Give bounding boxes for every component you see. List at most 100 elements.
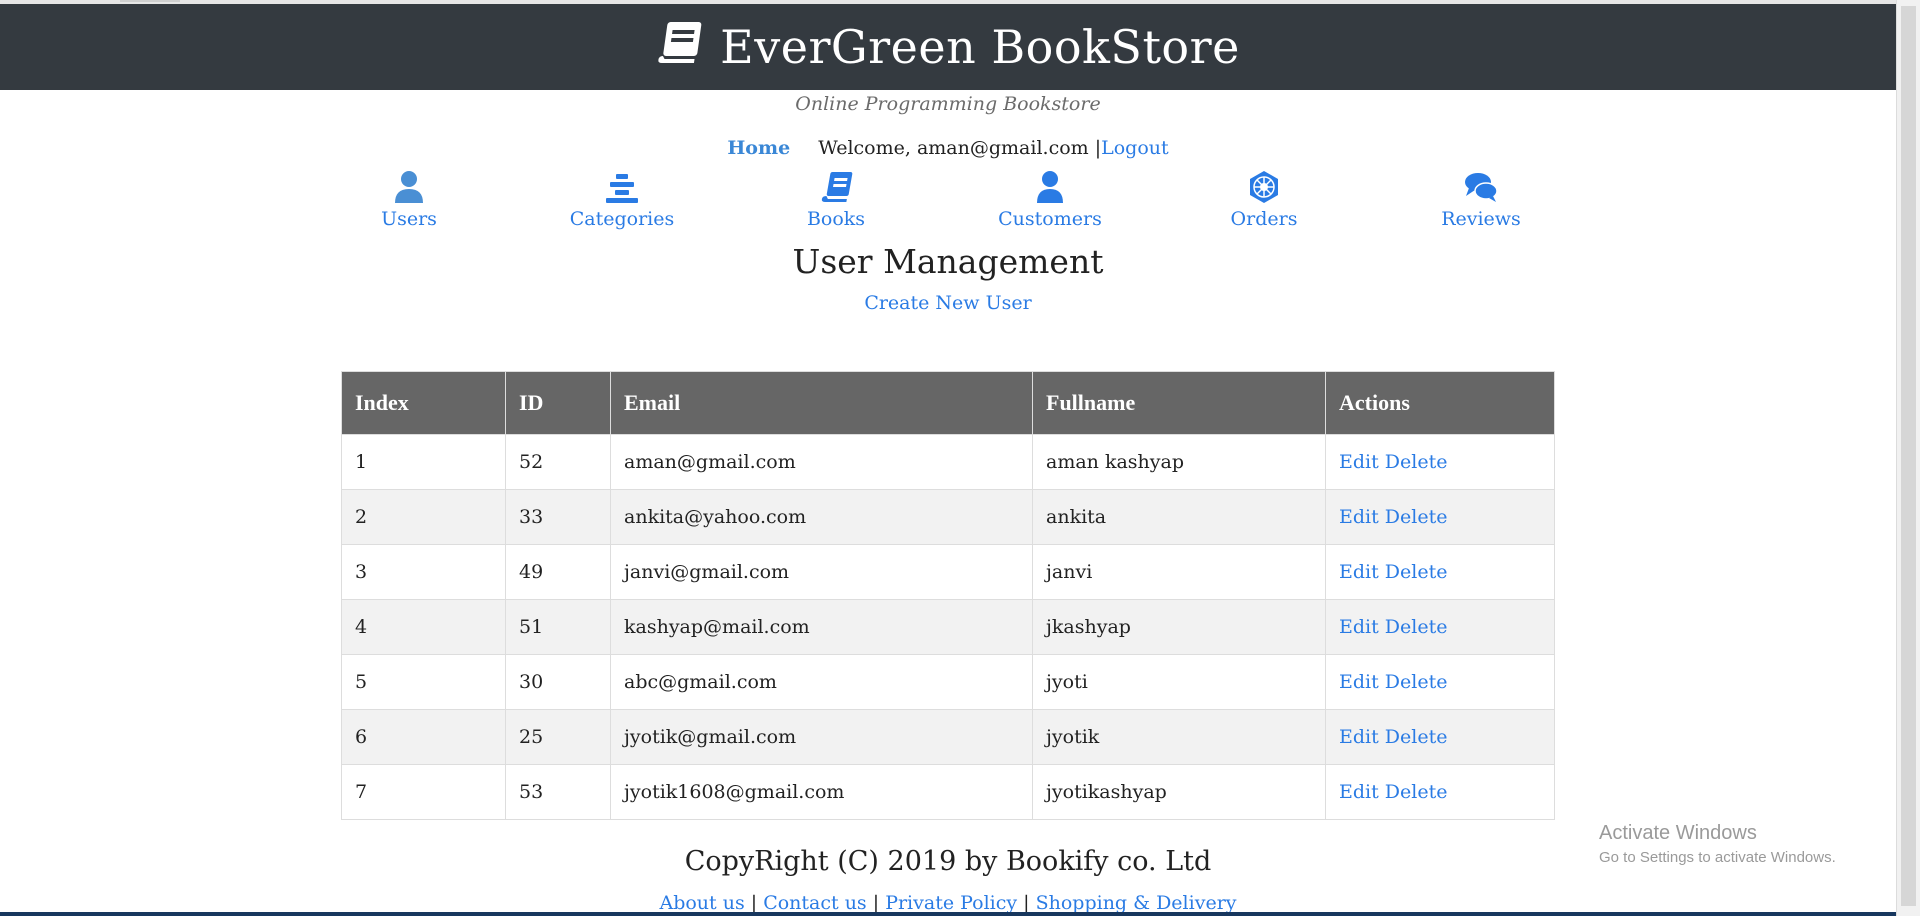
create-user-container: Create New User	[0, 292, 1896, 314]
footer-links: About us | Contact us | Private Policy |…	[0, 892, 1896, 914]
scrollbar-thumb[interactable]	[1901, 6, 1916, 906]
column-header-email: Email	[610, 371, 1033, 435]
cell-id: 33	[505, 489, 611, 545]
cell-id: 25	[505, 709, 611, 765]
cell-fullname: ankita	[1032, 489, 1326, 545]
cell-fullname: jyotik	[1032, 709, 1326, 765]
book-icon	[821, 172, 853, 202]
cell-email: kashyap@mail.com	[610, 599, 1033, 655]
cell-actions: Edit Delete	[1325, 709, 1555, 765]
delete-link[interactable]: Delete	[1385, 781, 1448, 803]
cell-actions: Edit Delete	[1325, 654, 1555, 710]
cell-actions: Edit Delete	[1325, 599, 1555, 655]
cell-index: 7	[341, 764, 506, 820]
footer-separator: |	[750, 892, 758, 914]
cell-fullname: aman kashyap	[1032, 434, 1326, 490]
delete-link[interactable]: Delete	[1385, 616, 1448, 638]
nav-item-reviews[interactable]: Reviews	[1401, 170, 1561, 230]
table-row: 3 49 janvi@gmail.com janvi Edit Delete	[341, 544, 1555, 600]
delete-link[interactable]: Delete	[1385, 506, 1448, 528]
table-row: 2 33 ankita@yahoo.com ankita Edit Delete	[341, 489, 1555, 545]
footer-link-privacy[interactable]: Private Policy	[885, 892, 1017, 914]
column-header-id: ID	[505, 371, 611, 435]
cell-actions: Edit Delete	[1325, 544, 1555, 600]
cell-index: 4	[341, 599, 506, 655]
cell-email: abc@gmail.com	[610, 654, 1033, 710]
footer-link-about[interactable]: About us	[659, 892, 744, 914]
nav-item-label: Reviews	[1441, 208, 1521, 230]
cell-email: jyotik1608@gmail.com	[610, 764, 1033, 820]
stack-icon	[606, 174, 638, 203]
nav-item-label: Users	[381, 208, 437, 230]
nav-item-label: Categories	[569, 208, 675, 230]
cell-index: 1	[341, 434, 506, 490]
edit-link[interactable]: Edit	[1339, 616, 1379, 638]
cell-id: 49	[505, 544, 611, 600]
column-header-fullname: Fullname	[1032, 371, 1326, 435]
create-new-user-link[interactable]: Create New User	[864, 292, 1031, 314]
column-header-index: Index	[341, 371, 506, 435]
table-row: 4 51 kashyap@mail.com jkashyap Edit Dele…	[341, 599, 1555, 655]
nav-item-label: Books	[806, 208, 866, 230]
site-title: EverGreen BookStore	[720, 20, 1240, 74]
edit-link[interactable]: Edit	[1339, 781, 1379, 803]
site-tagline: Online Programming Bookstore	[795, 93, 1101, 115]
user-icon	[1037, 171, 1063, 203]
footer-copyright: CopyRight (C) 2019 by Bookify co. Ltd	[684, 846, 1212, 877]
cell-id: 30	[505, 654, 611, 710]
delete-link[interactable]: Delete	[1385, 451, 1448, 473]
edit-link[interactable]: Edit	[1339, 506, 1379, 528]
nav-item-customers[interactable]: Customers	[970, 170, 1130, 230]
cell-email: jyotik@gmail.com	[610, 709, 1033, 765]
user-bar: Home Welcome, aman@gmail.com |Logout	[0, 137, 1896, 159]
table-row: 1 52 aman@gmail.com aman kashyap Edit De…	[341, 434, 1555, 490]
cell-actions: Edit Delete	[1325, 434, 1555, 490]
site-header: EverGreen BookStore	[0, 4, 1896, 90]
table-row: 6 25 jyotik@gmail.com jyotik Edit Delete	[341, 709, 1555, 765]
nav-item-books[interactable]: Books	[756, 170, 916, 230]
watermark-title: Activate Windows	[1599, 822, 1757, 844]
galactic-icon	[1250, 171, 1278, 203]
table-row: 5 30 abc@gmail.com jyoti Edit Delete	[341, 654, 1555, 710]
home-link[interactable]: Home	[727, 137, 790, 159]
browser-tab-stub	[120, 0, 180, 2]
cell-id: 52	[505, 434, 611, 490]
edit-link[interactable]: Edit	[1339, 561, 1379, 583]
page-title: User Management	[792, 242, 1104, 281]
edit-link[interactable]: Edit	[1339, 451, 1379, 473]
cell-index: 6	[341, 709, 506, 765]
cell-fullname: jkashyap	[1032, 599, 1326, 655]
nav-item-categories[interactable]: Categories	[542, 170, 702, 230]
bottom-edge	[0, 912, 1896, 916]
cell-index: 2	[341, 489, 506, 545]
vertical-scrollbar[interactable]	[1896, 0, 1920, 916]
nav-item-orders[interactable]: Orders	[1184, 170, 1344, 230]
logout-link[interactable]: Logout	[1101, 137, 1169, 159]
cell-index: 3	[341, 544, 506, 600]
delete-link[interactable]: Delete	[1385, 726, 1448, 748]
table-row: 7 53 jyotik1608@gmail.com jyotikashyap E…	[341, 764, 1555, 820]
comments-icon	[1465, 173, 1498, 202]
cell-fullname: jyotikashyap	[1032, 764, 1326, 820]
edit-link[interactable]: Edit	[1339, 671, 1379, 693]
footer-separator: |	[872, 892, 880, 914]
footer-link-shipping[interactable]: Shopping & Delivery	[1036, 892, 1237, 914]
user-icon	[395, 171, 423, 203]
footer-separator: |	[1023, 892, 1030, 914]
footer-link-contact[interactable]: Contact us	[763, 892, 866, 914]
cell-email: janvi@gmail.com	[610, 544, 1033, 600]
nav-item-users[interactable]: Users	[329, 170, 489, 230]
nav-item-label: Orders	[1230, 208, 1298, 230]
delete-link[interactable]: Delete	[1385, 671, 1448, 693]
edit-link[interactable]: Edit	[1339, 726, 1379, 748]
column-header-actions: Actions	[1325, 371, 1555, 435]
cell-index: 5	[341, 654, 506, 710]
users-table: Index ID Email Fullname Actions 1 52 ama…	[341, 371, 1555, 820]
book-logo-icon	[658, 22, 702, 63]
welcome-text: Welcome, aman@gmail.com |	[818, 137, 1102, 159]
delete-link[interactable]: Delete	[1385, 561, 1448, 583]
nav-item-label: Customers	[998, 208, 1102, 230]
cell-actions: Edit Delete	[1325, 489, 1555, 545]
cell-actions: Edit Delete	[1325, 764, 1555, 820]
cell-fullname: jyoti	[1032, 654, 1326, 710]
